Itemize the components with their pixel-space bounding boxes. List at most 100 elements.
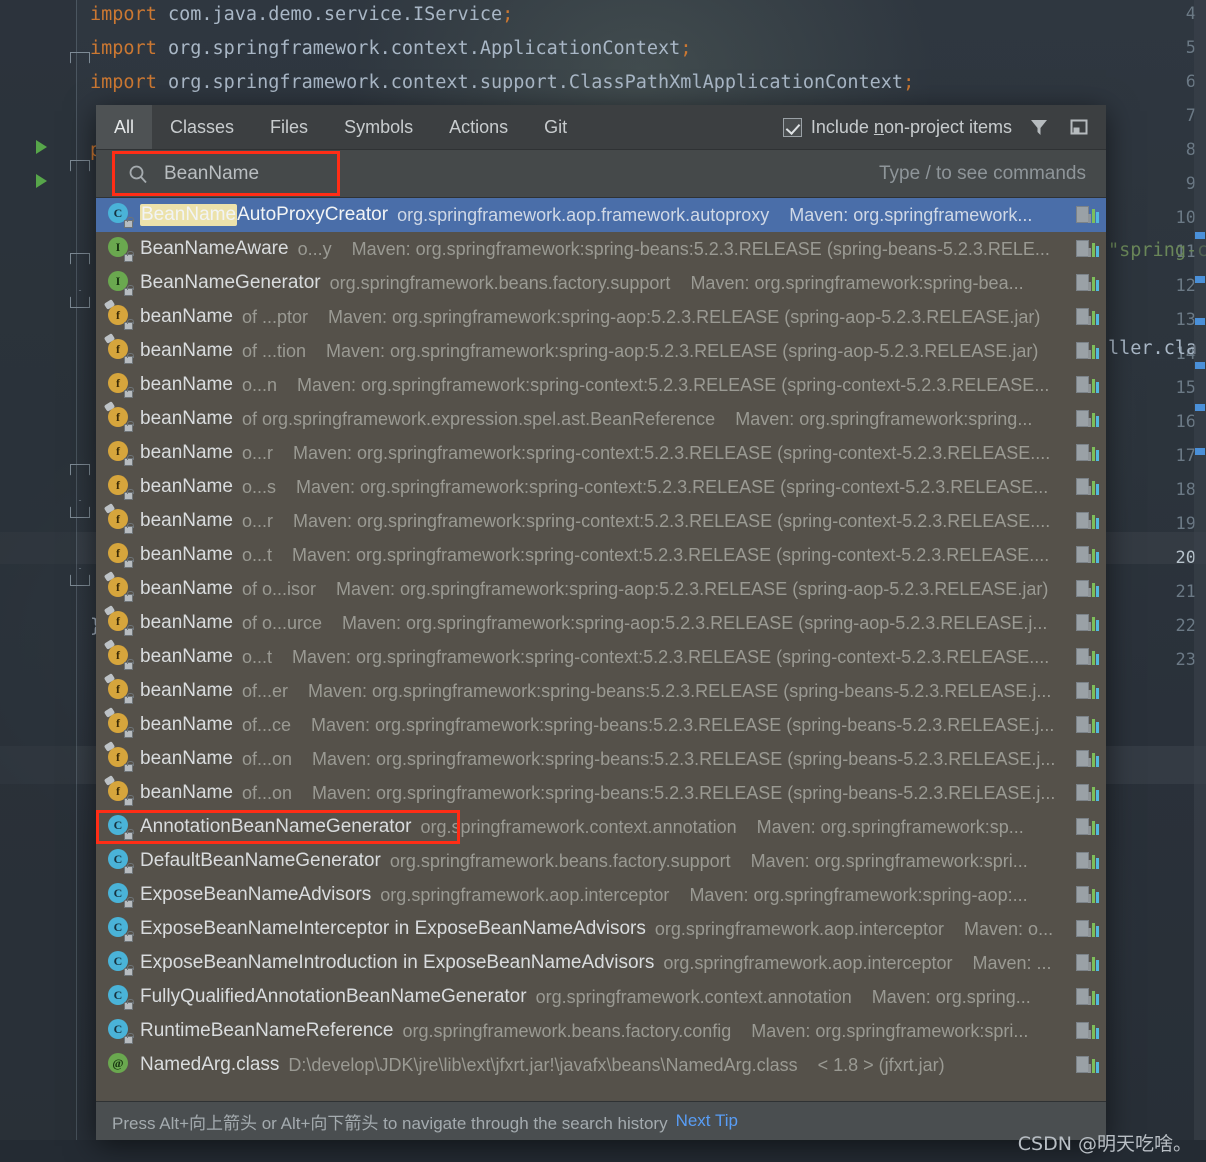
- search-input-row[interactable]: BeanName Type / to see commands: [96, 150, 1106, 198]
- maven-module-icon: [1076, 374, 1100, 396]
- search-result-row[interactable]: f beanName o...s Maven: org.springframework…: [96, 470, 1106, 504]
- maven-module-icon: [1076, 272, 1100, 294]
- maven-module-icon: [1076, 510, 1100, 532]
- search-result-row[interactable]: f beanName o...r Maven: org.springframework…: [96, 436, 1106, 470]
- scrollbar-marker: [1195, 318, 1205, 325]
- search-result-package: org.springframework.beans.factory.suppor…: [329, 272, 671, 293]
- next-tip-link[interactable]: Next Tip: [676, 1111, 738, 1131]
- search-result-row[interactable]: f beanName o...n Maven: org.springframework…: [96, 368, 1106, 402]
- search-result-location: Maven: ...: [972, 952, 1052, 973]
- search-result-row[interactable]: C ExposeBeanNameIntroduction in ExposeBea…: [96, 946, 1106, 980]
- editor-scrollbar[interactable]: [1194, 0, 1206, 1162]
- search-tab-actions[interactable]: Actions: [431, 105, 526, 149]
- search-result-location: Maven: org.springframework:spring-beans:…: [307, 680, 1052, 701]
- search-result-row[interactable]: f beanName of ...ptor Maven: org.springfram…: [96, 299, 1106, 334]
- code-fragment: ller.cla: [1108, 338, 1198, 359]
- field-icon: f: [103, 571, 134, 602]
- search-result-row[interactable]: C RuntimeBeanNameReference org.springframe…: [96, 1014, 1106, 1048]
- search-result-row[interactable]: @ NamedArg.class D:\develop\JDK\jre\lib\ex…: [96, 1048, 1106, 1082]
- search-result-location: Maven: org.springframework:spring-contex…: [291, 646, 1050, 667]
- search-tab-all[interactable]: All: [96, 105, 153, 149]
- maven-module-icon: [1076, 986, 1100, 1008]
- maven-module-icon: [1076, 680, 1100, 702]
- search-result-package: org.springframework.context.annotation: [420, 816, 737, 837]
- search-result-row[interactable]: f beanName of...ce Maven: org.springframewo…: [96, 707, 1106, 742]
- search-result-package: of o...isor: [241, 578, 316, 599]
- search-result-row[interactable]: C FullyQualifiedAnnotationBeanNameGenerat…: [96, 980, 1106, 1014]
- gutter-line-number: 17: [1175, 446, 1196, 466]
- scrollbar-marker: [1195, 276, 1205, 283]
- include-non-project-items-checkbox[interactable]: Include non-project items: [782, 117, 1012, 138]
- code-fragment: "spring-c: [1108, 240, 1206, 261]
- search-result-location: Maven: org.springframework:spring-aop:5.…: [335, 578, 1049, 599]
- search-result-row[interactable]: f beanName of org.springframework.expressi…: [96, 401, 1106, 436]
- code-token: import: [90, 38, 157, 59]
- gutter-line-number: 22: [1175, 616, 1196, 636]
- search-result-row[interactable]: f beanName of...on Maven: org.springframewo…: [96, 741, 1106, 776]
- search-input[interactable]: BeanName: [164, 163, 259, 185]
- search-tab-bar: All Classes Files Symbols Actions Git Include…: [96, 105, 1106, 150]
- search-footer-hint-bar: Press Alt+向上箭头 or Alt+向下箭头 to navigate t…: [96, 1101, 1106, 1140]
- field-icon: f: [103, 605, 134, 636]
- run-gutter-icon[interactable]: [36, 140, 47, 154]
- code-line: import org.springframework.context.suppo…: [90, 72, 914, 93]
- search-result-name: beanName: [140, 374, 233, 395]
- search-result-row[interactable]: f beanName of...er Maven: org.springframewo…: [96, 673, 1106, 708]
- field-icon: f: [103, 741, 134, 772]
- search-result-row[interactable]: f beanName of ...tion Maven: org.springfram…: [96, 333, 1106, 368]
- filter-icon[interactable]: [1026, 114, 1052, 140]
- search-result-row[interactable]: f beanName o...t Maven: org.springframework…: [96, 639, 1106, 674]
- search-result-location: Maven: org.springframework:sp...: [756, 816, 1024, 837]
- search-tab-symbols[interactable]: Symbols: [326, 105, 431, 149]
- interface-icon: I: [108, 237, 134, 262]
- class-icon: C: [108, 849, 134, 874]
- checkbox-box[interactable]: [782, 117, 802, 137]
- class-icon: C: [108, 917, 134, 942]
- search-result-location: Maven: org.springframework:spring-contex…: [291, 544, 1050, 565]
- maven-module-icon: [1076, 884, 1100, 906]
- search-result-location: Maven: org.springframework...: [789, 204, 1033, 225]
- field-icon: f: [103, 299, 134, 330]
- search-result-name: beanName: [140, 442, 233, 463]
- field-icon: f: [103, 333, 134, 364]
- search-tabs: All Classes Files Symbols Actions Git: [96, 105, 585, 149]
- search-tab-classes[interactable]: Classes: [152, 105, 252, 149]
- search-result-row[interactable]: f beanName o...t Maven: org.springframework…: [96, 538, 1106, 572]
- search-result-name: beanName: [140, 408, 233, 429]
- search-result-package: o...s: [241, 476, 276, 497]
- maven-module-icon: [1076, 918, 1100, 940]
- search-result-name: BeanNameAware: [140, 238, 289, 259]
- search-result-row[interactable]: f beanName of o...urce Maven: org.springfra…: [96, 605, 1106, 640]
- maven-module-icon: [1076, 306, 1100, 328]
- run-gutter-icon[interactable]: [36, 174, 47, 188]
- code-token: com.java.demo.service.IService: [156, 4, 503, 25]
- search-result-location: Maven: org.springframework:spring-contex…: [295, 476, 1049, 497]
- search-result-row[interactable]: I BeanNameAware o...y Maven: org.springfram…: [96, 232, 1106, 266]
- search-result-row[interactable]: f beanName of o...isor Maven: org.springfra…: [96, 571, 1106, 606]
- search-result-row[interactable]: f beanName o...r Maven: org.springframework…: [96, 503, 1106, 538]
- search-result-package: org.springframework.beans.factory.suppor…: [389, 850, 731, 871]
- class-icon: C: [108, 883, 134, 908]
- search-result-location: Maven: org.springframework:spring-beans:…: [351, 238, 1050, 259]
- search-tab-files[interactable]: Files: [252, 105, 326, 149]
- scrollbar-marker: [1195, 448, 1205, 455]
- search-result-package: org.springframework.context.annotation: [535, 986, 852, 1007]
- search-result-location: Maven: org.springframework:spri...: [750, 850, 1028, 871]
- code-token: ;: [680, 38, 692, 59]
- code-token: org.springframework.context.ApplicationC…: [156, 38, 681, 59]
- search-tab-git[interactable]: Git: [526, 105, 585, 149]
- search-result-row[interactable]: C BeanName AutoProxyCreator org.springframe…: [96, 198, 1106, 232]
- search-result-package: o...r: [241, 442, 273, 463]
- search-result-row[interactable]: C AnnotationBeanNameGenerator org.springfr…: [96, 810, 1106, 844]
- maven-module-icon: [1076, 238, 1100, 260]
- search-result-location: Maven: org.springframework:spring-beans:…: [312, 782, 1056, 803]
- search-results-list[interactable]: C BeanName AutoProxyCreator org.springframe…: [96, 198, 1106, 1101]
- search-result-row[interactable]: C DefaultBeanNameGenerator org.springframe…: [96, 844, 1106, 878]
- maven-module-icon: [1076, 612, 1100, 634]
- search-result-row[interactable]: I BeanNameGenerator org.springframework.be…: [96, 266, 1106, 300]
- preview-panel-icon[interactable]: [1066, 114, 1092, 140]
- search-result-row[interactable]: f beanName of...on Maven: org.springframewo…: [96, 775, 1106, 810]
- search-result-row[interactable]: C ExposeBeanNameAdvisors org.springframewo…: [96, 878, 1106, 912]
- search-result-row[interactable]: C ExposeBeanNameInterceptor in ExposeBean…: [96, 912, 1106, 946]
- code-token: import: [90, 4, 157, 25]
